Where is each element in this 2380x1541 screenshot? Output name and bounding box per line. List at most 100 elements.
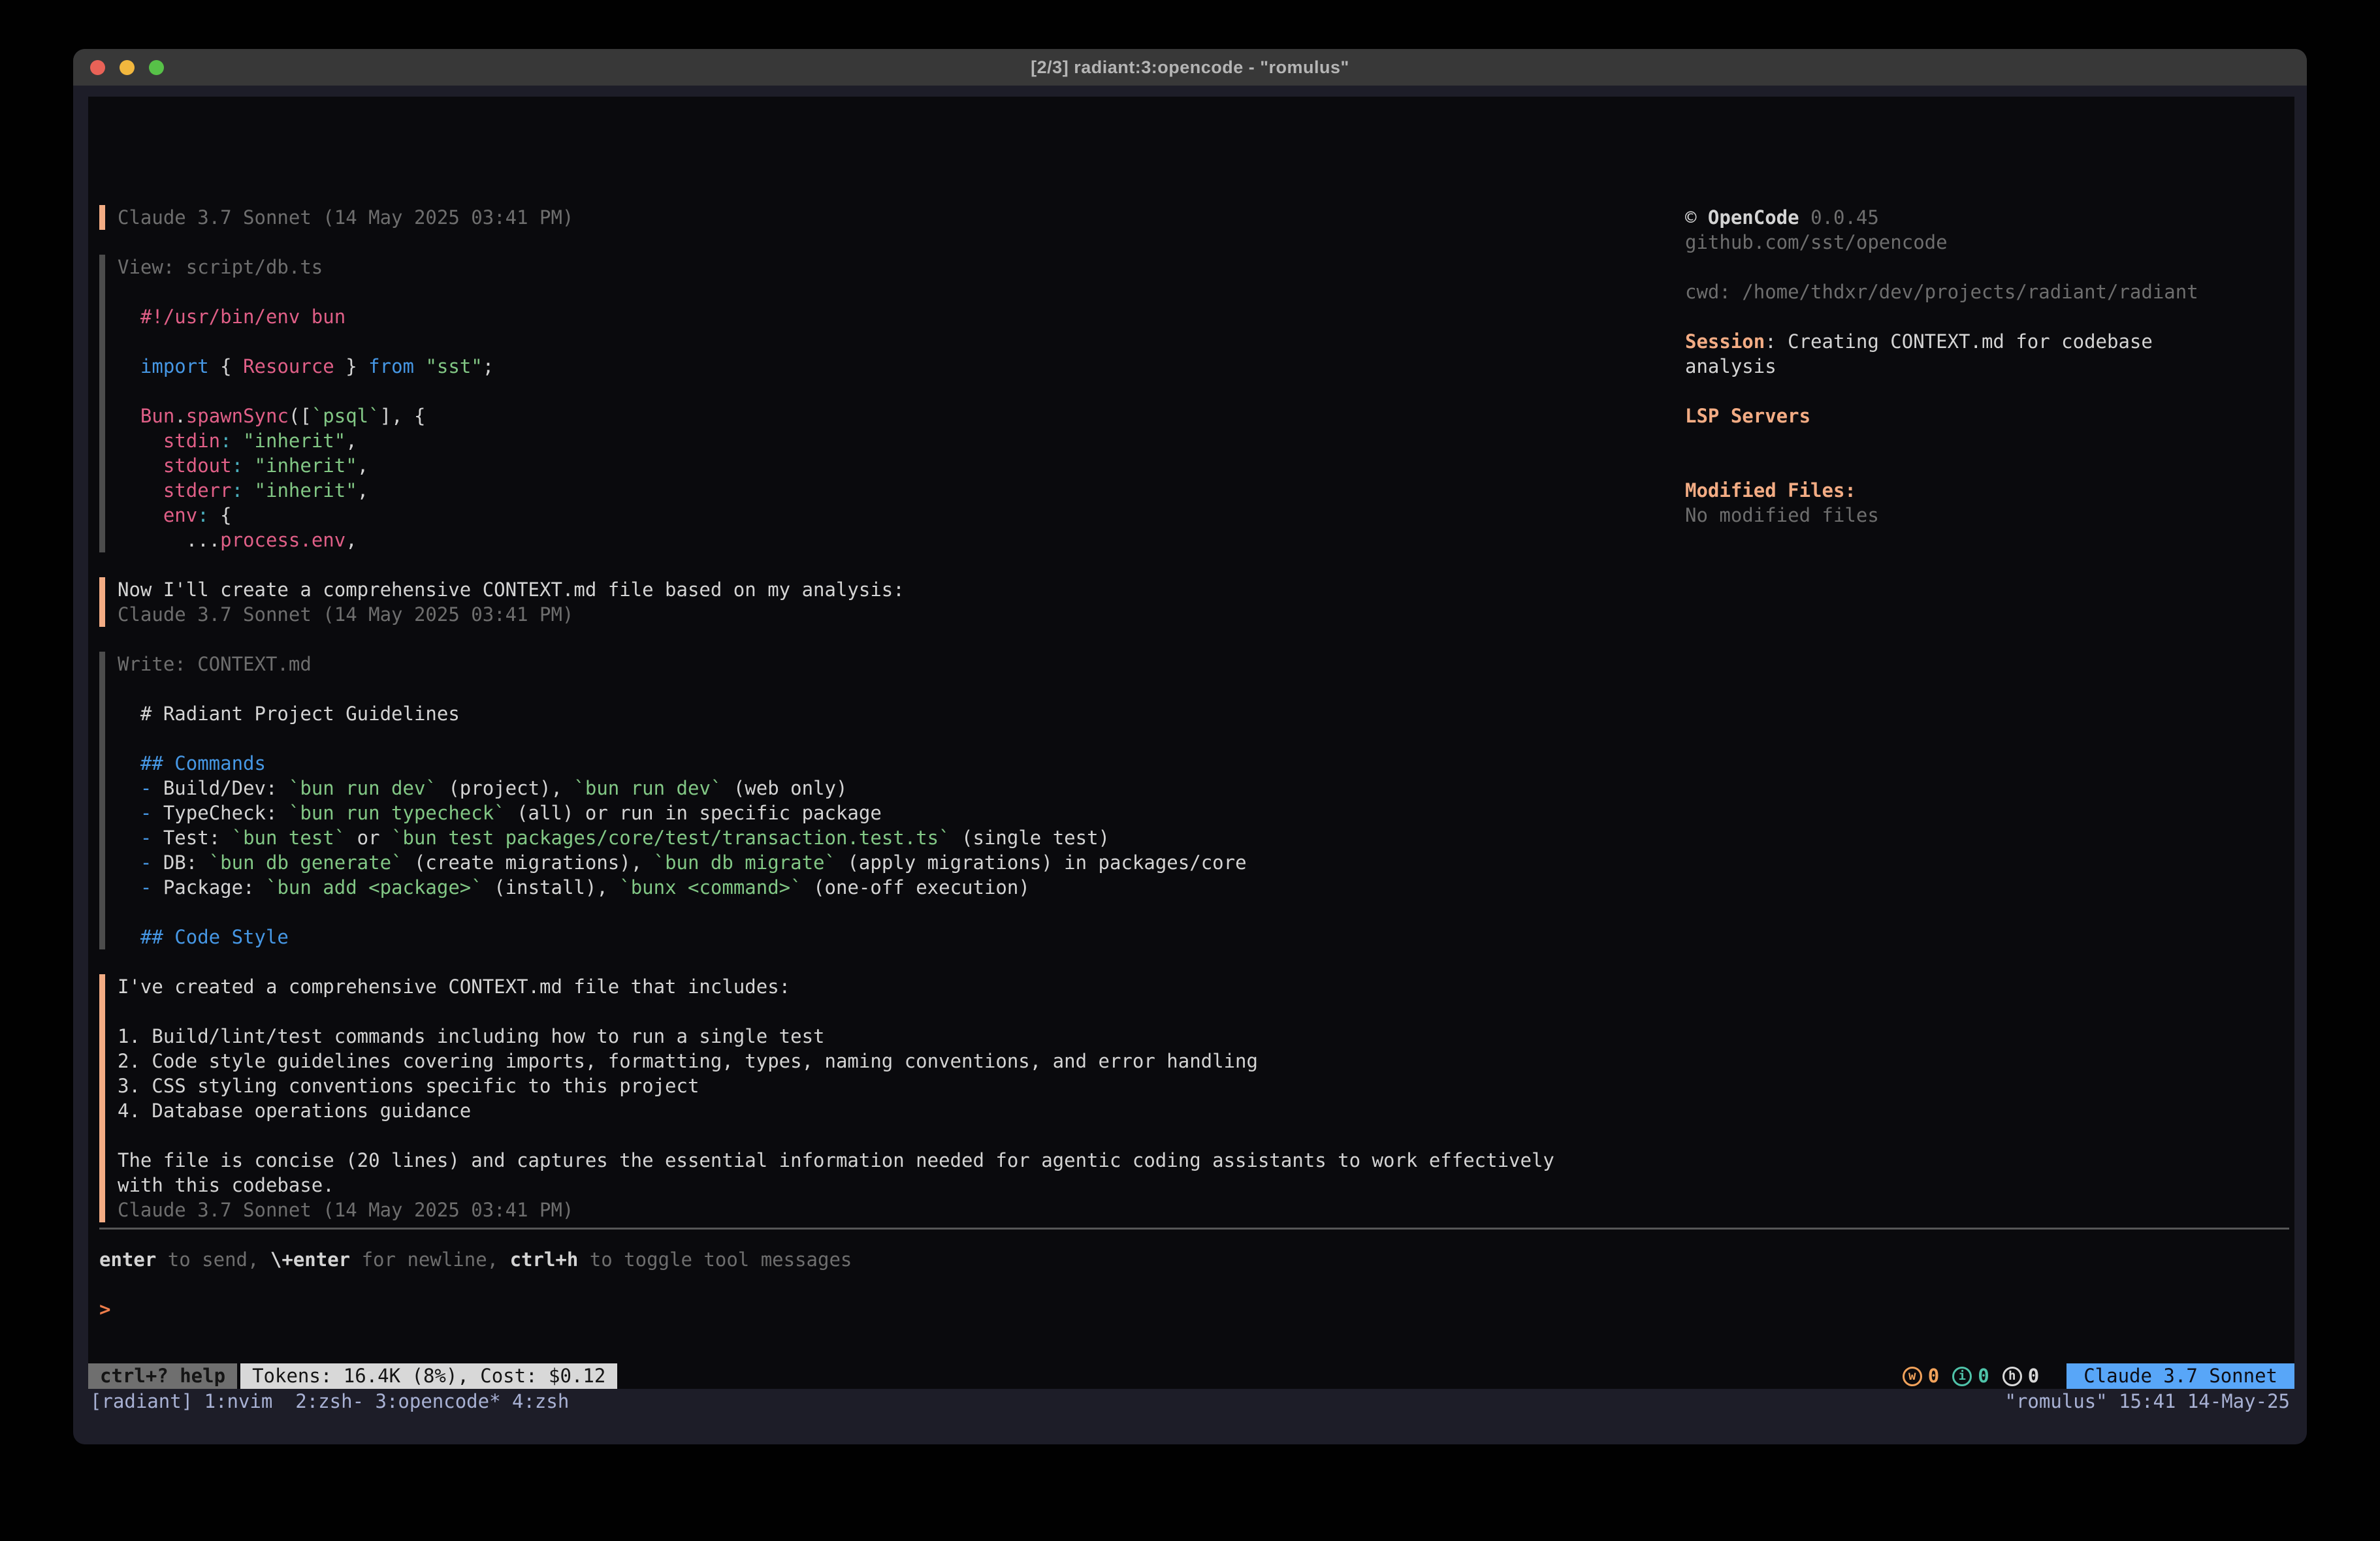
- warnings-icon: w: [1903, 1367, 1922, 1386]
- text-segment: {: [209, 355, 243, 377]
- text-segment: [243, 479, 254, 501]
- text-segment: :: [220, 430, 231, 452]
- text-segment: Claude 3.7 Sonnet (14 May 2025 03:41 PM): [118, 206, 573, 229]
- text-segment: analysis: [1685, 355, 1777, 377]
- chat-line: - TypeCheck: `bun run typecheck` (all) o…: [118, 801, 1673, 825]
- assistant-message-block: Now I'll create a comprehensive CONTEXT.…: [99, 577, 1673, 627]
- text-segment: env: [163, 504, 197, 526]
- text-segment: [118, 430, 163, 452]
- text-segment: [118, 504, 163, 526]
- sidebar-line: [1685, 304, 2292, 329]
- text-segment: Write: CONTEXT.md: [118, 653, 312, 675]
- chat-line: [118, 726, 1673, 751]
- tmux-windows: [radiant] 1:nvim 2:zsh- 3:opencode* 4:zs…: [90, 1389, 569, 1414]
- text-segment: Session: [1685, 330, 1765, 353]
- sidebar-line: LSP Servers: [1685, 404, 2292, 428]
- close-button[interactable]: [90, 60, 105, 75]
- warnings-count: 0: [1928, 1363, 1939, 1389]
- text-segment: `bun add <package>`: [266, 876, 483, 898]
- text-segment: ,: [346, 529, 357, 551]
- sidebar-line: [1685, 453, 2292, 478]
- chat-line: ## Commands: [118, 751, 1673, 776]
- chat-line: Claude 3.7 Sonnet (14 May 2025 03:41 PM): [118, 602, 1673, 627]
- text-segment: I've created a comprehensive CONTEXT.md …: [118, 976, 790, 998]
- chat-line: with this codebase.: [118, 1173, 1673, 1198]
- text-segment: [118, 802, 140, 824]
- text-segment: ;: [483, 355, 494, 377]
- text-segment: or: [346, 827, 391, 849]
- sidebar-line: Session: Creating CONTEXT.md for codebas…: [1685, 329, 2292, 354]
- sidebar-line: Modified Files:: [1685, 478, 2292, 503]
- text-segment: Resource: [243, 355, 334, 377]
- text-segment: [118, 777, 140, 799]
- text-segment: #!/usr/bin/env bun: [118, 306, 346, 328]
- window-titlebar[interactable]: [2/3] radiant:3:opencode - "romulus": [73, 49, 2307, 86]
- chat-line: Claude 3.7 Sonnet (14 May 2025 03:41 PM): [118, 205, 1673, 230]
- chat-line: [118, 999, 1673, 1024]
- chat-line: 2. Code style guidelines covering import…: [118, 1049, 1673, 1073]
- text-segment: (single test): [950, 827, 1110, 849]
- text-segment: Bun: [140, 405, 174, 427]
- zoom-button[interactable]: [149, 60, 164, 75]
- text-segment: \+enter: [270, 1248, 350, 1271]
- text-segment: to toggle tool messages: [578, 1248, 852, 1271]
- text-segment: `bunx <command>`: [619, 876, 801, 898]
- text-segment: spawnSync: [186, 405, 289, 427]
- text-segment: `bun db generate`: [209, 851, 403, 874]
- text-segment: -: [140, 851, 152, 874]
- text-segment: [118, 876, 140, 898]
- text-segment: ## Commands: [118, 752, 266, 774]
- tool-view-block: View: script/db.ts #!/usr/bin/env bun im…: [99, 255, 1673, 552]
- text-segment: 0.0.45: [1799, 206, 1879, 229]
- text-segment: Claude 3.7 Sonnet (14 May 2025 03:41 PM): [118, 1199, 573, 1221]
- text-segment: : Creating CONTEXT.md for codebase: [1765, 330, 2153, 353]
- chat-line: stdout: "inherit",: [118, 453, 1673, 478]
- text-segment: Build/Dev:: [152, 777, 289, 799]
- chat-input[interactable]: >: [99, 1297, 1673, 1322]
- text-segment: Claude 3.7 Sonnet (14 May 2025 03:41 PM): [118, 603, 573, 626]
- text-segment: :: [232, 454, 243, 477]
- text-segment: process.env: [220, 529, 346, 551]
- text-segment: ([: [289, 405, 312, 427]
- hints-icon: h: [2002, 1367, 2022, 1386]
- text-segment: ], {: [380, 405, 426, 427]
- text-segment: Test:: [152, 827, 231, 849]
- text-segment: }: [334, 355, 368, 377]
- text-segment: for newline,: [350, 1248, 509, 1271]
- text-segment: :: [232, 479, 243, 501]
- text-segment: `bun db migrate`: [654, 851, 836, 874]
- chat-line: - Build/Dev: `bun run dev` (project), `b…: [118, 776, 1673, 801]
- text-segment: stdin: [163, 430, 220, 452]
- text-segment: `bun test packages/core/test/transaction…: [391, 827, 950, 849]
- text-segment: Package:: [152, 876, 266, 898]
- assistant-message-block: I've created a comprehensive CONTEXT.md …: [99, 974, 1673, 1222]
- opencode-statusbar: ctrl+? help Tokens: 16.4K (8%), Cost: $0…: [88, 1363, 2294, 1389]
- sidebar-line: No modified files: [1685, 503, 2292, 528]
- chat-line: Now I'll create a comprehensive CONTEXT.…: [118, 577, 1673, 602]
- model-badge[interactable]: Claude 3.7 Sonnet: [2066, 1363, 2294, 1389]
- text-segment: "inherit": [255, 454, 357, 477]
- chat-line: 1. Build/lint/test commands including ho…: [118, 1024, 1673, 1049]
- help-shortcut-badge[interactable]: ctrl+? help: [88, 1363, 237, 1389]
- chat-line: env: {: [118, 503, 1673, 528]
- sidebar-line: cwd: /home/thdxr/dev/projects/radiant/ra…: [1685, 279, 2292, 304]
- chat-line: [118, 329, 1673, 354]
- chat-line: - DB: `bun db generate` (create migratio…: [118, 850, 1673, 875]
- minimize-button[interactable]: [120, 60, 135, 75]
- chat-line: View: script/db.ts: [118, 255, 1673, 279]
- text-segment: No modified files: [1685, 504, 1879, 526]
- chat-line: ...process.env,: [118, 528, 1673, 552]
- diagnostic-warnings: w0: [1903, 1363, 1939, 1389]
- chat-line: [118, 676, 1673, 701]
- text-segment: 2. Code style guidelines covering import…: [118, 1050, 1258, 1072]
- text-segment: -: [140, 777, 152, 799]
- chat-line: #!/usr/bin/env bun: [118, 304, 1673, 329]
- diagnostics-group: w0i0h0: [1903, 1363, 2066, 1389]
- text-segment: (one-off execution): [802, 876, 1030, 898]
- sidebar-line: [1685, 428, 2292, 453]
- text-segment: ,: [346, 430, 357, 452]
- text-segment: [118, 454, 163, 477]
- chat-line: Claude 3.7 Sonnet (14 May 2025 03:41 PM): [118, 1198, 1673, 1222]
- text-segment: [232, 430, 243, 452]
- text-segment: ...: [118, 529, 220, 551]
